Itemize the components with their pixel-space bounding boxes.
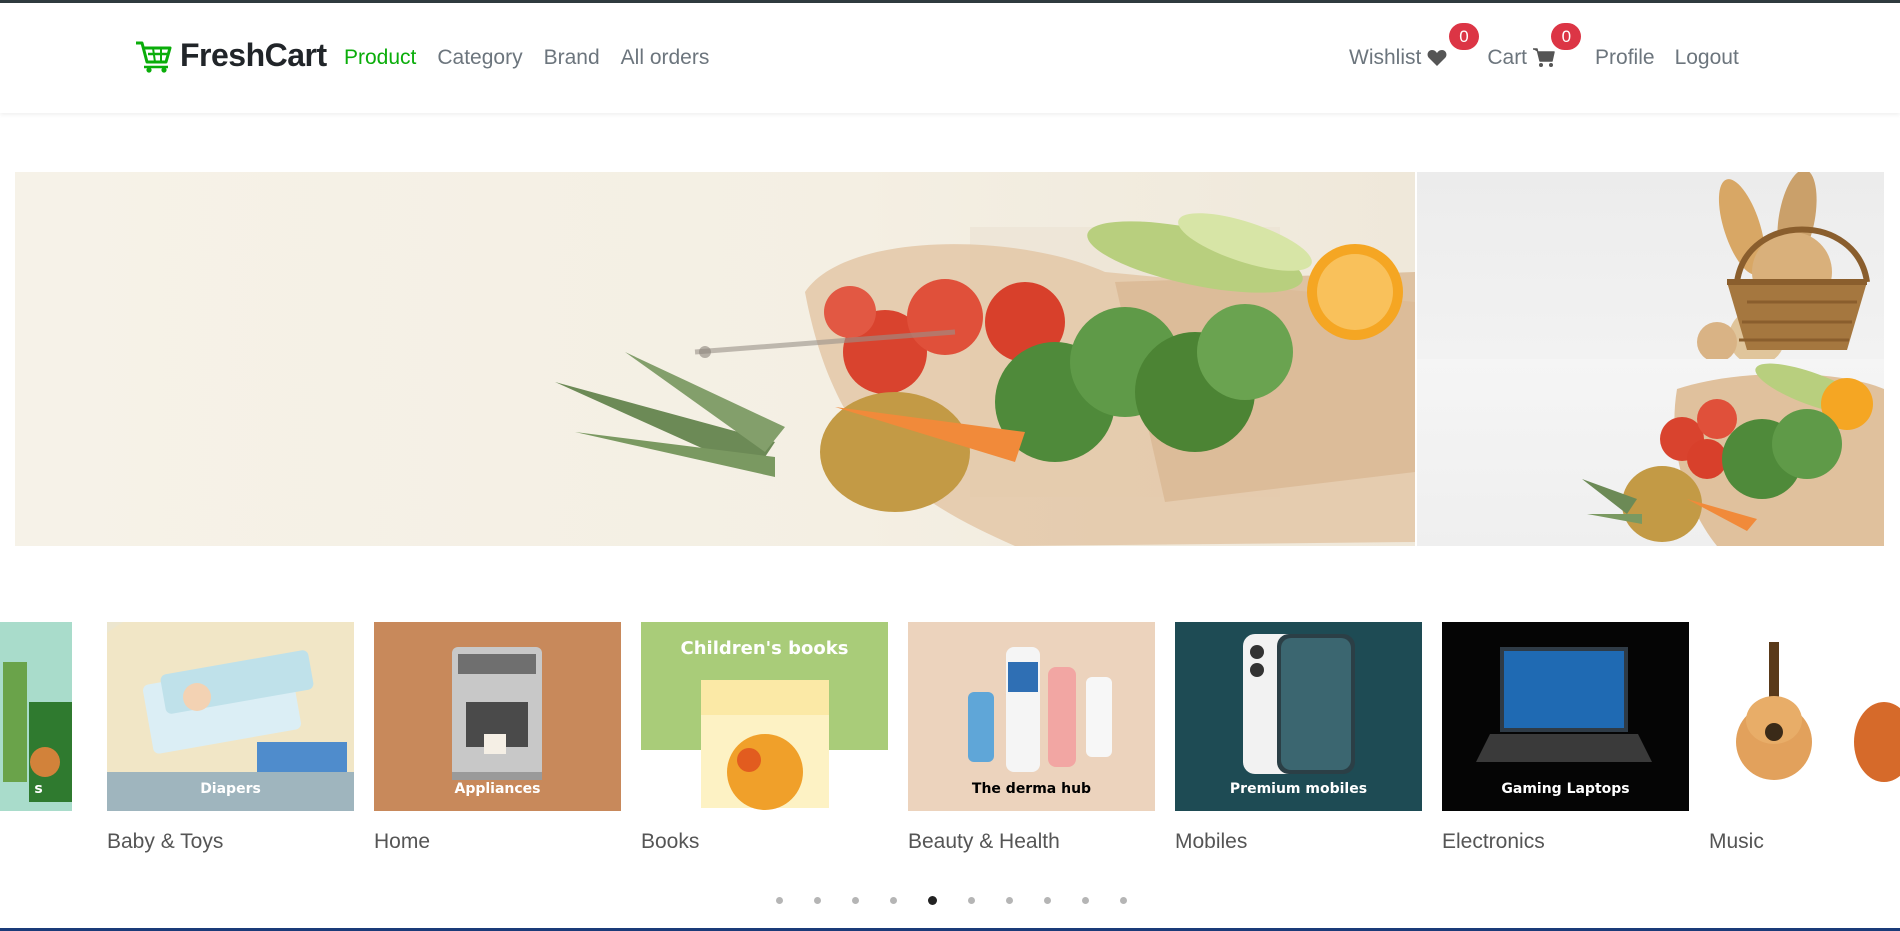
category-caption: Diapers [200, 781, 261, 797]
category-label: Baby & Toys [107, 830, 224, 853]
account-nav: Wishlist 0 Cart 0 Profile Logout [1349, 23, 1739, 70]
category-caption: s [34, 781, 43, 797]
category-label: Music [1709, 830, 1764, 853]
category-image [1709, 622, 1900, 811]
wishlist-link[interactable]: Wishlist 0 [1349, 23, 1479, 70]
category-label: Home [374, 830, 431, 853]
category-slider[interactable]: s Diapers Baby & Toys Appliances Home Ch… [0, 622, 1900, 872]
category-card-baby-toys[interactable]: Diapers Baby & Toys [107, 622, 354, 853]
logout-link[interactable]: Logout [1675, 46, 1739, 70]
category-card[interactable]: s [0, 622, 72, 811]
category-label: Electronics [1442, 830, 1545, 853]
pagination-dot[interactable] [1044, 897, 1051, 904]
category-card-electronics[interactable]: Gaming Laptops Electronics [1442, 622, 1689, 853]
category-image: Gaming Laptops [1442, 622, 1689, 811]
pagination-dot[interactable] [814, 897, 821, 904]
pagination-dot[interactable] [1120, 897, 1127, 904]
nav-link-brand[interactable]: Brand [544, 46, 600, 70]
wishlist-label: Wishlist [1349, 46, 1422, 69]
category-caption: Appliances [454, 781, 541, 797]
category-caption: Children's books [680, 638, 849, 659]
profile-link[interactable]: Profile [1595, 46, 1655, 70]
navbar: FreshCart Product Category Brand All ord… [0, 3, 1900, 113]
brand-name: FreshCart [180, 37, 327, 73]
category-image: s [0, 622, 72, 811]
category-image: Appliances [374, 622, 621, 811]
nav-link-category[interactable]: Category [437, 46, 522, 70]
hero-side-bottom-banner[interactable] [1417, 359, 1884, 546]
pagination-dot-active[interactable] [928, 896, 937, 905]
cart-label: Cart [1487, 46, 1528, 69]
category-card-home[interactable]: Appliances Home [374, 622, 621, 853]
category-caption: Premium mobiles [1229, 781, 1368, 797]
pagination-dot[interactable] [968, 897, 975, 904]
category-card-mobiles[interactable]: Premium mobiles Mobiles [1175, 622, 1422, 853]
category-image: Children's books [641, 622, 888, 811]
pagination-dot[interactable] [1006, 897, 1013, 904]
pagination-dot[interactable] [1082, 897, 1089, 904]
primary-nav: Product Category Brand All orders [344, 46, 709, 70]
category-image: Diapers [107, 622, 354, 811]
wishlist-count-badge: 0 [1449, 23, 1479, 50]
grocery-bag-image [555, 213, 1415, 546]
category-caption: Gaming Laptops [1501, 781, 1630, 797]
cart-link[interactable]: Cart 0 [1487, 23, 1582, 70]
hero-side-top-banner[interactable] [1417, 172, 1884, 359]
category-card-beauty-health[interactable]: The derma hub Beauty & Health [908, 622, 1155, 853]
category-image: The derma hub [908, 622, 1155, 811]
bread-basket-image [1697, 172, 1870, 359]
category-card-books[interactable]: Children's books Books [641, 622, 888, 853]
nav-link-all-orders[interactable]: All orders [621, 46, 710, 70]
category-label: Beauty & Health [908, 830, 1060, 853]
nav-link-product[interactable]: Product [344, 46, 416, 70]
brand-logo[interactable]: FreshCart [134, 37, 327, 74]
category-image: Premium mobiles [1175, 622, 1422, 811]
cart-count-badge: 0 [1551, 23, 1582, 50]
category-label: Mobiles [1175, 830, 1248, 853]
category-label: Books [641, 830, 700, 853]
hero-main-banner[interactable] [15, 172, 1415, 546]
slider-pagination [776, 896, 1127, 905]
heart-icon [1427, 50, 1447, 66]
shopping-cart-icon [1533, 48, 1555, 67]
grocery-bag-small-image [1582, 363, 1884, 546]
pagination-dot[interactable] [852, 897, 859, 904]
category-card-music[interactable]: Music [1709, 622, 1900, 853]
pagination-dot[interactable] [776, 897, 783, 904]
pagination-dot[interactable] [890, 897, 897, 904]
cart-icon [136, 41, 172, 73]
category-caption: The derma hub [971, 781, 1092, 797]
